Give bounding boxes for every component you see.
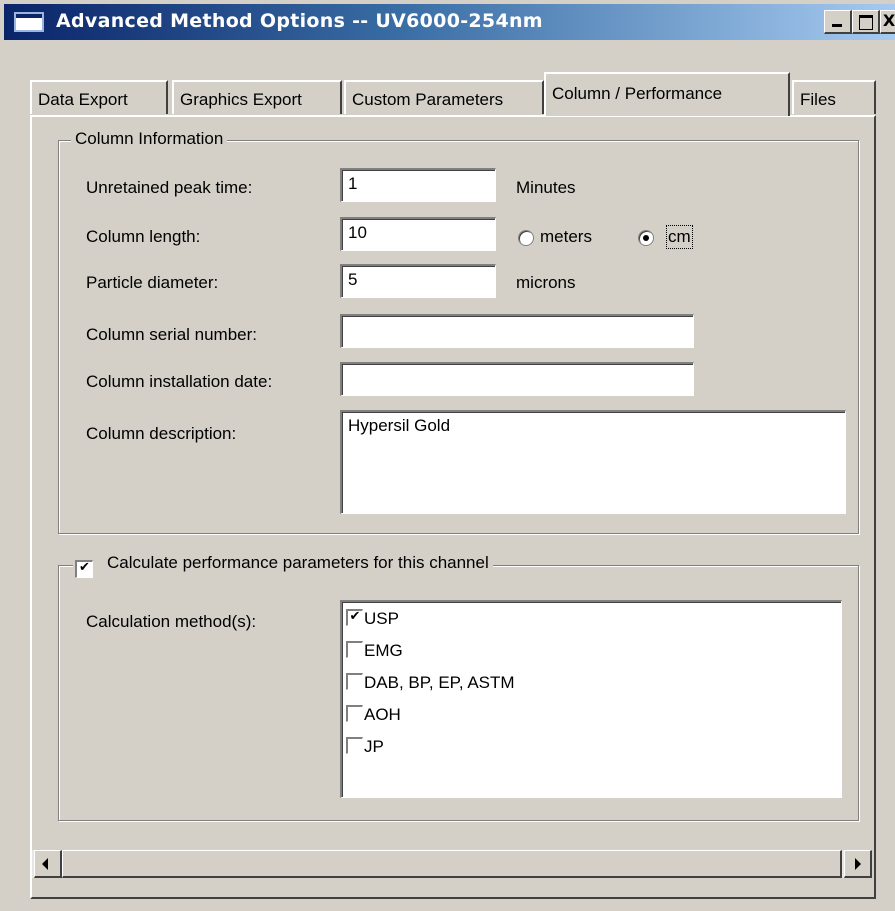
tab-custom-parameters[interactable]: Custom Parameters: [344, 80, 544, 114]
check-mark-icon: ✔: [349, 609, 361, 625]
calculation-methods-list: ✔ USP EMG DAB, BP, EP, ASTM AOH JP: [340, 600, 842, 798]
column-length-input[interactable]: 10: [340, 217, 496, 251]
method-usp-checkbox[interactable]: ✔: [346, 609, 363, 627]
minimize-button[interactable]: [824, 10, 852, 34]
column-serial-number-input[interactable]: [340, 314, 694, 348]
method-emg-item[interactable]: EMG: [346, 640, 403, 664]
particle-diameter-unit: microns: [516, 273, 576, 292]
method-dab-item[interactable]: DAB, BP, EP, ASTM: [346, 672, 515, 696]
maximize-button[interactable]: [852, 10, 880, 34]
method-jp-label: JP: [364, 736, 384, 756]
unretained-peak-time-label: Unretained peak time:: [86, 178, 253, 197]
title-bar[interactable]: Advanced Method Options -- UV6000-254nm …: [4, 4, 895, 40]
column-information-legend: Column Information: [71, 129, 228, 149]
performance-parameters-legend[interactable]: Calculate performance parameters for thi…: [73, 553, 493, 573]
method-jp-checkbox[interactable]: [346, 737, 363, 755]
method-aoh-label: AOH: [364, 704, 401, 724]
arrow-left-icon: [42, 858, 48, 870]
window-icon: [14, 12, 44, 32]
method-dab-checkbox[interactable]: [346, 673, 363, 691]
window-title: Advanced Method Options -- UV6000-254nm: [56, 10, 543, 32]
close-icon: X: [882, 11, 895, 30]
unretained-peak-time-unit: Minutes: [516, 178, 576, 197]
tab-column-performance[interactable]: Column / Performance: [544, 72, 790, 116]
column-installation-date-label: Column installation date:: [86, 372, 273, 391]
tab-data-export[interactable]: Data Export: [30, 80, 168, 114]
method-usp-label: USP: [364, 608, 399, 628]
arrow-right-icon: [855, 858, 861, 870]
scroll-left-button[interactable]: [34, 850, 62, 878]
column-description-textarea[interactable]: Hypersil Gold: [340, 410, 846, 514]
calculate-performance-checkbox[interactable]: ✔: [75, 560, 93, 578]
advanced-method-options-window: Advanced Method Options -- UV6000-254nm …: [0, 0, 895, 911]
tab-files[interactable]: Files: [792, 80, 876, 114]
column-description-label: Column description:: [86, 424, 237, 443]
tab-graphics-export[interactable]: Graphics Export: [172, 80, 342, 114]
unit-meters-label[interactable]: meters: [540, 227, 592, 247]
calculation-methods-label: Calculation method(s):: [86, 612, 257, 631]
horizontal-scrollbar[interactable]: [32, 850, 872, 878]
method-dab-label: DAB, BP, EP, ASTM: [364, 672, 515, 692]
column-serial-number-label: Column serial number:: [86, 325, 258, 344]
column-installation-date-input[interactable]: [340, 362, 694, 396]
method-usp-item[interactable]: ✔ USP: [346, 608, 399, 632]
method-aoh-checkbox[interactable]: [346, 705, 363, 723]
method-jp-item[interactable]: JP: [346, 736, 384, 760]
particle-diameter-input[interactable]: 5: [340, 264, 496, 298]
unit-cm-label[interactable]: cm: [666, 225, 693, 249]
close-button[interactable]: X: [880, 10, 895, 34]
unit-cm-radio[interactable]: [638, 230, 654, 246]
column-length-label: Column length:: [86, 227, 201, 246]
method-emg-checkbox[interactable]: [346, 641, 363, 659]
unit-meters-radio[interactable]: [518, 230, 534, 246]
method-emg-label: EMG: [364, 640, 403, 660]
particle-diameter-label: Particle diameter:: [86, 273, 219, 292]
method-aoh-item[interactable]: AOH: [346, 704, 401, 728]
unretained-peak-time-input[interactable]: 1: [340, 168, 496, 202]
scroll-right-button[interactable]: [844, 850, 872, 878]
scrollbar-thumb[interactable]: [62, 850, 842, 878]
check-mark-icon: ✔: [79, 560, 90, 575]
